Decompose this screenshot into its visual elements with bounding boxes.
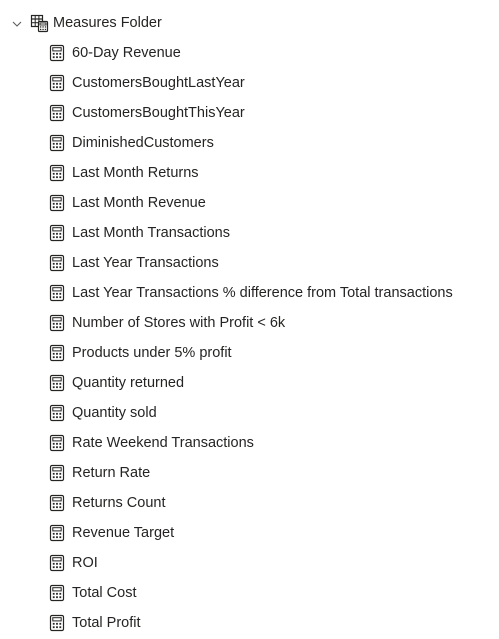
calculator-icon: [49, 614, 65, 632]
measure-item[interactable]: DiminishedCustomers: [0, 128, 499, 158]
measure-label: Revenue Target: [72, 525, 175, 541]
calculator-icon: [49, 44, 65, 62]
measure-label: DiminishedCustomers: [72, 135, 214, 151]
chevron-down-icon[interactable]: [11, 17, 23, 29]
measure-label: Number of Stores with Profit < 6k: [72, 315, 286, 331]
measure-label: CustomersBoughtLastYear: [72, 75, 245, 91]
calculator-icon: [49, 254, 65, 272]
measure-item[interactable]: Last Month Transactions: [0, 218, 499, 248]
calculator-icon: [49, 134, 65, 152]
calculator-icon: [49, 284, 65, 302]
measure-item[interactable]: Total Profit: [0, 608, 499, 638]
field-tree: Measures Folder 60-Day Revenue Customers…: [0, 0, 499, 639]
calculator-icon: [49, 104, 65, 122]
measure-item[interactable]: 60-Day Revenue: [0, 38, 499, 68]
measure-item[interactable]: Last Year Transactions: [0, 248, 499, 278]
measure-item[interactable]: CustomersBoughtLastYear: [0, 68, 499, 98]
calculator-icon: [49, 164, 65, 182]
calculator-icon: [49, 344, 65, 362]
measure-label: Last Month Revenue: [72, 195, 206, 211]
table-folder-icon: [30, 14, 49, 33]
measure-item[interactable]: Quantity returned: [0, 368, 499, 398]
measure-label: 60-Day Revenue: [72, 45, 181, 61]
calculator-icon: [49, 404, 65, 422]
calculator-icon: [49, 524, 65, 542]
measure-label: Quantity returned: [72, 375, 185, 391]
measure-item[interactable]: Last Year Transactions % difference from…: [0, 278, 499, 308]
calculator-icon: [49, 224, 65, 242]
measure-item[interactable]: Quantity sold: [0, 398, 499, 428]
calculator-icon: [49, 374, 65, 392]
measure-label: Last Month Returns: [72, 165, 199, 181]
calculator-icon: [49, 434, 65, 452]
measure-label: Quantity sold: [72, 405, 157, 421]
measure-label: Return Rate: [72, 465, 151, 481]
measure-item[interactable]: Return Rate: [0, 458, 499, 488]
measure-label: ROI: [72, 555, 98, 571]
measure-label: Last Month Transactions: [72, 225, 230, 241]
measure-item[interactable]: Revenue Target: [0, 518, 499, 548]
measure-label: Products under 5% profit: [72, 345, 232, 361]
measure-item[interactable]: CustomersBoughtThisYear: [0, 98, 499, 128]
measure-item[interactable]: Total Cost: [0, 578, 499, 608]
measure-label: CustomersBoughtThisYear: [72, 105, 245, 121]
measure-item[interactable]: Returns Count: [0, 488, 499, 518]
calculator-icon: [49, 314, 65, 332]
calculator-icon: [49, 194, 65, 212]
folder-label: Measures Folder: [53, 15, 162, 31]
measure-label: Last Year Transactions: [72, 255, 219, 271]
calculator-icon: [49, 584, 65, 602]
calculator-icon: [49, 494, 65, 512]
calculator-icon: [49, 464, 65, 482]
measure-label: Returns Count: [72, 495, 166, 511]
measure-list: 60-Day Revenue CustomersBoughtLastYear C…: [0, 38, 499, 638]
calculator-icon: [49, 554, 65, 572]
measure-item[interactable]: Last Month Returns: [0, 158, 499, 188]
measure-label: Total Cost: [72, 585, 137, 601]
measures-folder-row[interactable]: Measures Folder: [0, 8, 499, 38]
measure-item[interactable]: Rate Weekend Transactions: [0, 428, 499, 458]
measure-label: Rate Weekend Transactions: [72, 435, 254, 451]
measure-label: Total Profit: [72, 615, 141, 631]
measure-item[interactable]: ROI: [0, 548, 499, 578]
measure-item[interactable]: Number of Stores with Profit < 6k: [0, 308, 499, 338]
calculator-icon: [49, 74, 65, 92]
measure-label: Last Year Transactions % difference from…: [72, 285, 453, 301]
measure-item[interactable]: Last Month Revenue: [0, 188, 499, 218]
measure-item[interactable]: Products under 5% profit: [0, 338, 499, 368]
